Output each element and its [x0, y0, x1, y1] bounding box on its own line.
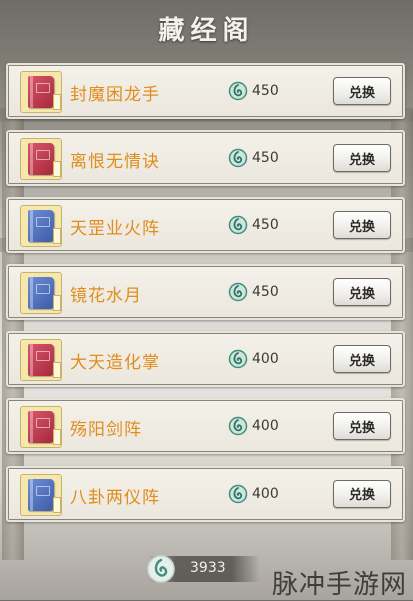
item-name: 八卦两仪阵: [70, 487, 160, 508]
page-stack-icon: [53, 161, 61, 178]
item-icon-frame: [20, 473, 62, 516]
item-name: 镜花水月: [70, 286, 142, 307]
list-item-3: 镜花水月 450 兑换: [6, 264, 405, 321]
page-stack-icon: [53, 496, 61, 513]
list-item-6: 八卦两仪阵 400 兑换: [6, 465, 405, 522]
list-item-4: 大天造化掌 400 兑换: [6, 331, 405, 388]
item-icon-frame: [20, 406, 62, 449]
item-name: 封魔困龙手: [70, 85, 160, 105]
item-cost: 400: [252, 418, 279, 435]
exchange-button[interactable]: 兑换: [333, 211, 391, 240]
book-icon: [28, 344, 54, 377]
page-title: 藏经阁: [158, 15, 255, 46]
item-cost: 450: [252, 217, 279, 234]
item-icon-frame: [20, 205, 62, 248]
item-icon-frame: [20, 138, 62, 181]
jade-swirl-icon: [228, 148, 248, 168]
list-item-5: 殇阳剑阵 400 兑换: [6, 398, 405, 455]
exchange-button[interactable]: 兑换: [333, 278, 391, 307]
book-icon: [28, 411, 54, 444]
item-icon-frame: [20, 339, 62, 382]
page-stack-icon: [53, 94, 61, 110]
exchange-button[interactable]: 兑换: [333, 345, 391, 374]
exchange-button[interactable]: 兑换: [333, 479, 391, 508]
item-cost: 400: [252, 351, 279, 368]
item-name: 殇阳剑阵: [70, 420, 142, 441]
page-stack-icon: [53, 429, 61, 446]
page-stack-icon: [53, 295, 61, 312]
jade-swirl-icon: [228, 215, 248, 235]
footer: 3933 脉冲手游网: [0, 548, 413, 600]
item-name: 离恨无情诀: [70, 152, 160, 173]
page-stack-icon: [53, 228, 61, 245]
list-item-2: 天罡业火阵 450 兑换: [6, 197, 405, 254]
jade-swirl-icon: [228, 81, 248, 101]
jade-swirl-icon: [228, 417, 248, 436]
item-cost: 400: [252, 485, 279, 502]
page-stack-icon: [53, 362, 61, 379]
book-icon: [28, 277, 54, 310]
jade-swirl-icon: [228, 283, 248, 302]
item-list: 封魔困龙手 450 兑换 离恨无情诀 450 兑换 天罡业火阵 450 兑换 镜…: [6, 63, 405, 533]
title-bar: 藏经阁: [0, 0, 413, 56]
book-icon: [28, 478, 54, 511]
item-cost: 450: [252, 83, 279, 99]
item-name: 天罡业火阵: [70, 219, 160, 240]
jade-swirl-icon: [228, 484, 248, 503]
item-cost: 450: [252, 284, 279, 301]
book-icon: [28, 210, 54, 243]
exchange-button[interactable]: 兑换: [333, 144, 391, 173]
book-icon: [28, 143, 54, 176]
jade-swirl-icon: [147, 555, 175, 583]
list-item-0: 封魔困龙手 450 兑换: [6, 63, 405, 119]
list-item-1: 离恨无情诀 450 兑换: [6, 130, 405, 187]
total-currency: 3933: [190, 560, 226, 576]
jade-swirl-icon: [228, 350, 248, 369]
item-icon-frame: [20, 71, 62, 113]
exchange-button[interactable]: 兑换: [333, 412, 391, 441]
watermark-text: 脉冲手游网: [271, 570, 407, 600]
book-icon: [28, 76, 54, 108]
item-name: 大天造化掌: [70, 353, 160, 374]
exchange-button[interactable]: 兑换: [333, 77, 391, 105]
item-icon-frame: [20, 272, 62, 315]
item-cost: 450: [252, 150, 279, 167]
